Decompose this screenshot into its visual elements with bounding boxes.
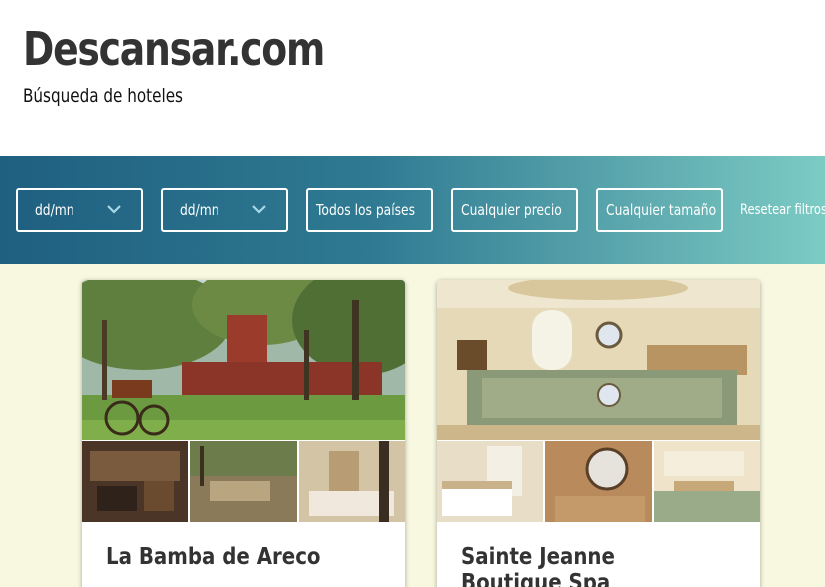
size-filter-label: Cualquier tamaño <box>606 201 717 219</box>
site-brand[interactable]: Descansar.com <box>23 22 325 76</box>
chevron-down-icon <box>107 205 121 214</box>
checkin-date-select[interactable]: dd/mm <box>16 188 143 232</box>
hotel-results: La Bamba de Areco Sainte Jeanne Boutique… <box>0 264 825 587</box>
hotel-thumb-photo <box>545 441 652 522</box>
filter-bar: dd/mm dd/mm Todos los países Cualquier p… <box>0 156 825 264</box>
hotel-main-photo <box>437 280 760 440</box>
checkin-date-placeholder: dd/mm <box>35 201 73 219</box>
price-filter-label: Cualquier precio <box>461 201 562 219</box>
hotel-card[interactable]: Sainte Jeanne Boutique Spa <box>437 280 760 587</box>
checkout-date-select[interactable]: dd/mm <box>161 188 288 232</box>
country-filter-button[interactable]: Todos los países <box>306 188 433 232</box>
country-filter-label: Todos los países <box>316 201 416 219</box>
price-filter-button[interactable]: Cualquier precio <box>451 188 578 232</box>
chevron-down-icon <box>252 205 266 214</box>
hotel-main-photo <box>82 280 405 440</box>
checkout-date-placeholder: dd/mm <box>180 201 218 219</box>
hotel-thumb-photo <box>190 441 297 522</box>
hotel-thumb-photo <box>437 441 543 522</box>
hotel-thumb-photo <box>82 441 188 522</box>
reset-filters-link[interactable]: Resetear filtros <box>740 202 825 218</box>
size-filter-button[interactable]: Cualquier tamaño <box>596 188 723 232</box>
hotel-thumb-photo <box>299 441 405 522</box>
site-tagline: Búsqueda de hoteles <box>23 85 183 107</box>
site-header: Descansar.com Búsqueda de hoteles <box>0 0 825 156</box>
hotel-name[interactable]: Sainte Jeanne Boutique Spa <box>461 544 702 587</box>
hotel-name[interactable]: La Bamba de Areco <box>106 544 347 570</box>
hotel-thumb-photo <box>654 441 760 522</box>
hotel-card[interactable]: La Bamba de Areco <box>82 280 405 587</box>
